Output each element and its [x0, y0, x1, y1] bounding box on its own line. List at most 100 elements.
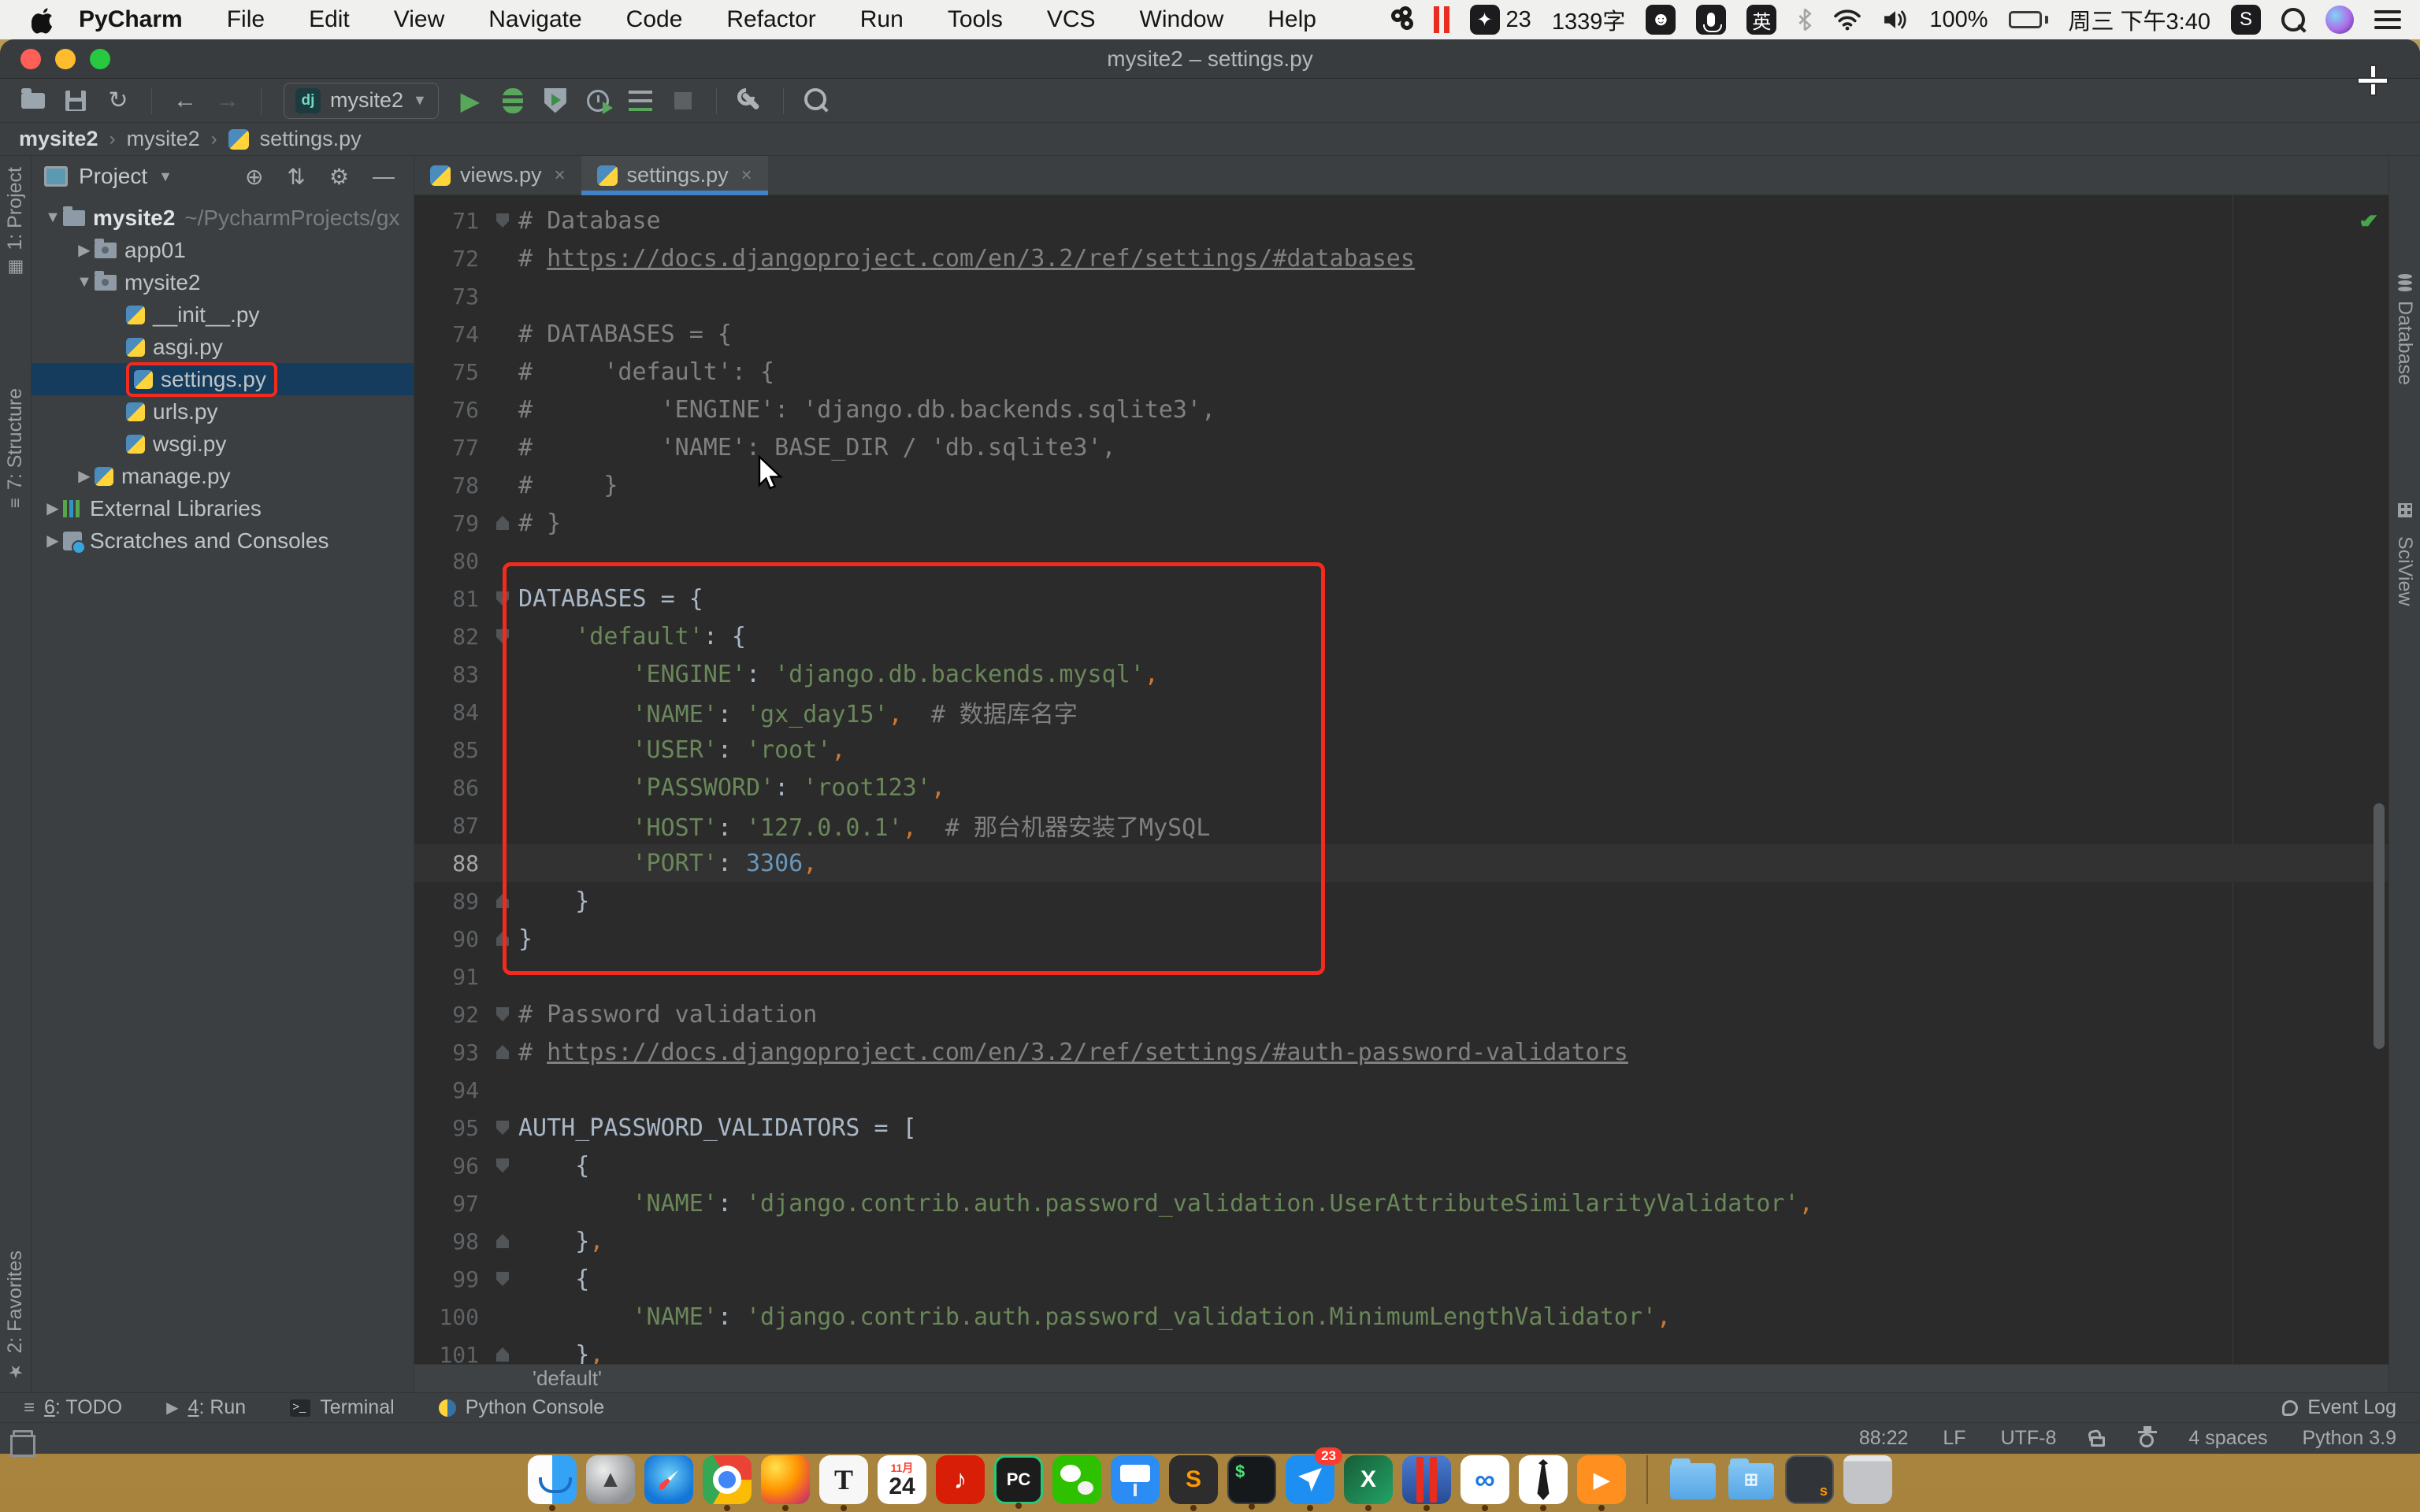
menu-item-edit[interactable]: Edit [287, 6, 372, 33]
menubar-clock[interactable]: 周三 下午3:40 [2069, 3, 2211, 36]
gutter-fold-column[interactable] [487, 1147, 518, 1184]
gutter-fold-column[interactable] [487, 1298, 518, 1336]
knot-utility-icon[interactable] [1391, 9, 1413, 30]
toolwindow-button-run[interactable]: ▶4: Run [166, 1396, 246, 1419]
dock-icon-dingtalk[interactable]: 23 [1286, 1455, 1334, 1504]
close-tab-icon[interactable]: × [555, 165, 566, 187]
menu-item-refactor[interactable]: Refactor [704, 6, 837, 33]
project-view-selector[interactable]: Project [79, 164, 147, 189]
fold-start-icon[interactable] [496, 213, 509, 228]
line-number[interactable]: 101 [414, 1342, 487, 1365]
toolwindow-button-pythonconsole[interactable]: Python Console [439, 1396, 605, 1419]
gutter-fold-column[interactable] [487, 466, 518, 504]
code-line-79[interactable]: 79# } [414, 504, 2388, 542]
dock-icon-folder-windows[interactable]: ⊞ [1727, 1455, 1776, 1504]
line-number[interactable]: 95 [414, 1115, 487, 1141]
indent-setting[interactable]: 4 spaces [2188, 1427, 2267, 1450]
stripe-favorites-button[interactable]: ★ 2: Favorites [4, 1251, 27, 1381]
forward-button[interactable]: → [210, 83, 245, 118]
gutter-fold-column[interactable] [487, 353, 518, 391]
gutter-fold-column[interactable] [487, 1033, 518, 1071]
expand-arrow-icon[interactable]: ▶ [43, 498, 63, 518]
panel-settings-gear-icon[interactable]: ⚙ [323, 164, 355, 190]
fold-end-icon[interactable] [496, 1234, 509, 1248]
code-line-99[interactable]: 99 { [414, 1260, 2388, 1298]
breadcrumb-item[interactable]: mysite2 [19, 127, 98, 151]
dingtalk-menubar-item[interactable]: ✦ 23 [1470, 5, 1531, 35]
battery-icon[interactable] [2009, 11, 2048, 28]
code-line-71[interactable]: 71# Database [414, 202, 2388, 239]
code-line-92[interactable]: 92# Password validation [414, 995, 2388, 1033]
code-line-74[interactable]: 74# DATABASES = { [414, 315, 2388, 353]
stop-button[interactable] [666, 83, 700, 118]
close-window-button[interactable] [20, 49, 41, 69]
dock-icon-keynote[interactable] [1111, 1455, 1160, 1504]
input-method-icon[interactable]: 英 [1746, 5, 1776, 35]
line-number[interactable]: 88 [414, 850, 487, 876]
debug-button[interactable] [496, 83, 530, 118]
dock-icon-finder[interactable] [528, 1455, 577, 1504]
gutter-fold-column[interactable] [487, 239, 518, 277]
code-line-98[interactable]: 98 }, [414, 1222, 2388, 1260]
code-line-73[interactable]: 73 [414, 277, 2388, 315]
emoji-app-icon[interactable]: ☻ [1646, 5, 1676, 35]
tree-row-settings-py[interactable]: settings.py [32, 363, 414, 395]
line-number[interactable]: 73 [414, 284, 487, 309]
code-line-96[interactable]: 96 { [414, 1147, 2388, 1184]
back-button[interactable]: ← [168, 83, 202, 118]
dock-icon-terminal[interactable]: $ [1227, 1455, 1276, 1504]
dock-icon-blue-knot-app[interactable]: ∞ [1461, 1455, 1509, 1504]
line-number[interactable]: 100 [414, 1304, 487, 1330]
dock-icon-sublime-text[interactable]: S [1169, 1455, 1218, 1504]
line-number[interactable]: 98 [414, 1228, 487, 1254]
dock-icon-excel[interactable]: X [1344, 1455, 1393, 1504]
dock-icon-netease-music[interactable]: ♪ [936, 1455, 985, 1504]
run-with-coverage-button[interactable] [538, 83, 573, 118]
expand-arrow-icon[interactable]: ▼ [43, 209, 63, 227]
gutter-fold-column[interactable] [487, 428, 518, 466]
open-file-button[interactable] [16, 83, 50, 118]
line-number[interactable]: 71 [414, 208, 487, 234]
run-configuration-select[interactable]: dj mysite2 ▼ [284, 83, 439, 119]
event-log-button[interactable]: Event Log [2282, 1396, 2396, 1419]
dock-icon-necktie-app[interactable] [1519, 1455, 1568, 1504]
dock-icon-calendar[interactable]: 11月24 [878, 1455, 926, 1504]
tree-row-mysite2[interactable]: ▼mysite2 [32, 266, 414, 298]
line-number[interactable]: 84 [414, 699, 487, 725]
line-number[interactable]: 94 [414, 1077, 487, 1103]
code-line-100[interactable]: 100 'NAME': 'django.contrib.auth.passwor… [414, 1298, 2388, 1336]
dock-icon-parallels[interactable] [1402, 1455, 1451, 1504]
concurrency-diagram-button[interactable] [623, 83, 658, 118]
search-everywhere-button[interactable] [800, 83, 834, 118]
gutter-fold-column[interactable] [487, 391, 518, 428]
tree-row-manage-py[interactable]: ▶manage.py [32, 460, 414, 492]
code-line-97[interactable]: 97 'NAME': 'django.contrib.auth.password… [414, 1184, 2388, 1222]
gutter-fold-column[interactable] [487, 277, 518, 315]
code-line-72[interactable]: 72# https://docs.djangoproject.com/en/3.… [414, 239, 2388, 277]
line-number[interactable]: 97 [414, 1191, 487, 1217]
menu-item-pycharm[interactable]: PyCharm [79, 6, 205, 33]
expand-arrow-icon[interactable]: ▶ [74, 240, 95, 260]
spotlight-icon[interactable] [2281, 8, 2305, 32]
line-separator[interactable]: LF [1943, 1427, 1965, 1450]
stripe-structure-button[interactable]: ≡ 7: Structure [4, 388, 27, 508]
tab-views-py[interactable]: views.py× [414, 156, 581, 195]
code-line-95[interactable]: 95AUTH_PASSWORD_VALIDATORS = [ [414, 1109, 2388, 1147]
dock-icon-video-app[interactable]: ▶ [1577, 1455, 1626, 1504]
wifi-icon[interactable] [1833, 9, 1861, 31]
code-line-94[interactable]: 94 [414, 1071, 2388, 1109]
apple-menu-icon[interactable] [32, 6, 55, 34]
line-number[interactable]: 92 [414, 1002, 487, 1028]
stripe-project-button[interactable]: ▦ 1: Project [4, 167, 27, 278]
code-line-101[interactable]: 101 }, [414, 1336, 2388, 1364]
hide-panel-button[interactable]: — [366, 164, 401, 189]
line-number[interactable]: 81 [414, 586, 487, 612]
editor-scrollbar-thumb[interactable] [2374, 803, 2385, 1049]
line-number[interactable]: 80 [414, 548, 487, 574]
menu-item-code[interactable]: Code [604, 6, 705, 33]
code-line-78[interactable]: 78# } [414, 466, 2388, 504]
fold-start-icon[interactable] [496, 1007, 509, 1021]
close-tab-icon[interactable]: × [741, 165, 752, 187]
dock-icon-folder-downloads[interactable] [1668, 1455, 1717, 1504]
gutter-fold-column[interactable] [487, 1222, 518, 1260]
